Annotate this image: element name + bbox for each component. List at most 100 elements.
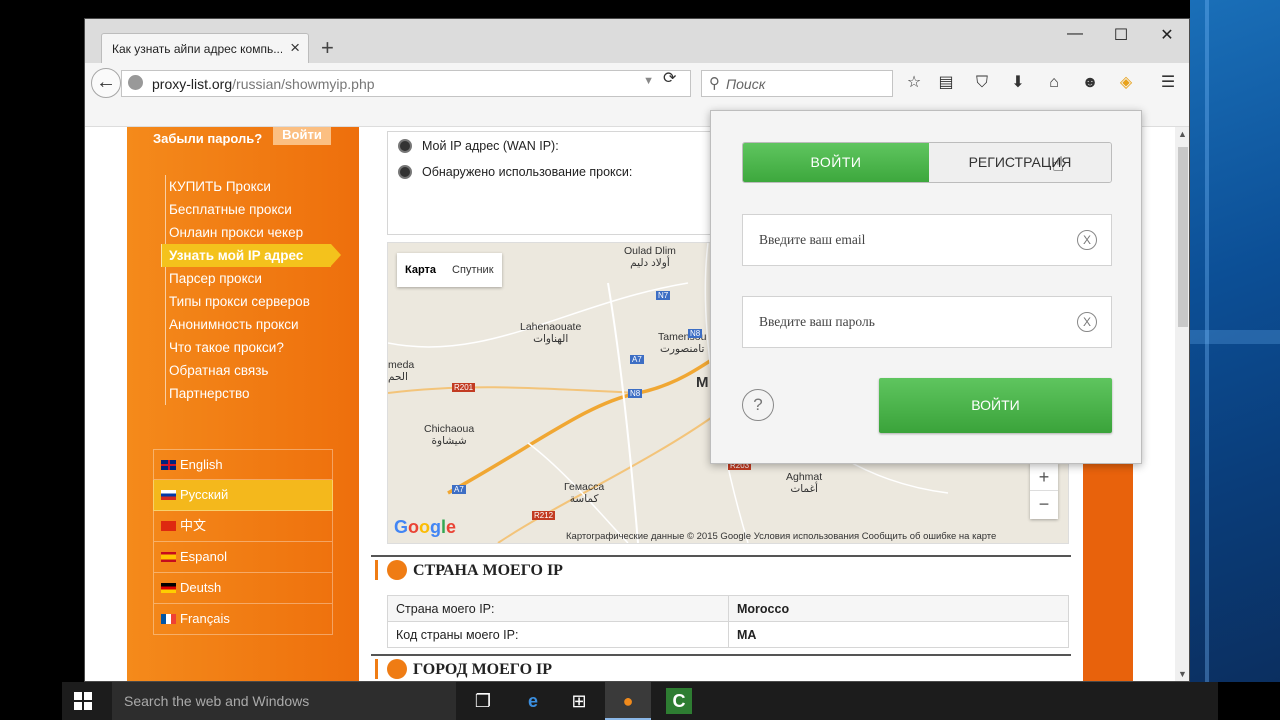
tab-register[interactable]: РЕГИСТРАЦИЯ [929, 143, 1111, 182]
map-label-m: M [696, 374, 709, 391]
back-button[interactable]: ← [91, 68, 121, 98]
reload-icon[interactable]: ⟳ [663, 68, 676, 88]
address-bar[interactable]: proxy-list.org/russian/showmyip.php ▼ [121, 70, 691, 97]
taskbar-search-placeholder: Search the web and Windows [124, 693, 310, 709]
road-badge: R201 [452, 383, 476, 392]
map-label-lahena: Lahenaouate الهناوات [520, 321, 582, 345]
new-tab-icon[interactable]: + [321, 35, 334, 61]
title-bar: Как узнать айпи адрес компь... × + — ☐ ✕ [85, 19, 1189, 64]
country-title: СТРАНА МОЕГО IP [413, 562, 563, 579]
chat-icon[interactable]: ☻ [1079, 72, 1101, 94]
store-icon[interactable]: ⊞ [566, 688, 592, 714]
map-label-meda: meda الحم [388, 359, 415, 383]
clear-password-icon[interactable]: X [1077, 312, 1097, 332]
sidebar-item-proxy-checker[interactable]: Онлаин прокси чекер [165, 221, 331, 244]
pocket-icon[interactable]: ⛉ [971, 72, 993, 94]
close-window-icon[interactable]: ✕ [1157, 25, 1177, 45]
location-icon [387, 560, 407, 580]
firefox-icon[interactable]: ● [615, 688, 641, 714]
proxy-detect-label: Обнаружено использование прокси: [422, 165, 633, 179]
login-submit-button[interactable]: ВОЙТИ [879, 378, 1112, 433]
close-tab-icon[interactable]: × [290, 38, 300, 58]
language-label: Espanol [180, 549, 227, 564]
scroll-up-icon[interactable]: ▲ [1178, 129, 1187, 139]
language-label: Deutsh [180, 580, 222, 595]
clear-email-icon[interactable]: X [1077, 230, 1097, 250]
page-scrollbar[interactable]: ▲ ▼ [1175, 127, 1189, 681]
road-badge: N8 [628, 389, 643, 398]
map-zoom-control: + − [1030, 463, 1058, 519]
task-view-icon[interactable]: ❐ [470, 688, 496, 714]
sidebar-item-anonymity[interactable]: Анонимность прокси [165, 313, 331, 336]
wan-ip-row: Мой IP адрес (WAN IP): [398, 139, 559, 153]
menu-icon[interactable]: ☰ [1157, 72, 1179, 94]
download-icon[interactable]: ⬇ [1007, 72, 1029, 94]
map-label-chich: Chichaoua شيشاوة [424, 423, 475, 447]
sidebar-item-my-ip[interactable]: Узнать мой IP адрес [161, 244, 341, 267]
browser-tab[interactable]: Как узнать айпи адрес компь... × [101, 33, 309, 64]
scroll-down-icon[interactable]: ▼ [1178, 669, 1187, 679]
language-chinese[interactable]: 中文 [153, 511, 333, 542]
scroll-thumb[interactable] [1178, 147, 1188, 327]
minimize-icon[interactable]: — [1065, 25, 1085, 43]
sidebar-item-buy-proxy[interactable]: КУПИТЬ Прокси [165, 175, 331, 198]
sidebar-item-what-is-proxy[interactable]: Что такое прокси? [165, 336, 331, 359]
taskbar-search[interactable]: Search the web and Windows [112, 682, 456, 720]
map-type-control: Карта Спутник [397, 253, 502, 287]
football-icon [398, 165, 412, 179]
windows-start-icon[interactable] [74, 692, 92, 710]
password-field[interactable]: Введите ваш пароль X [742, 296, 1112, 348]
table-row: Страна моего IP: Morocco [387, 595, 1069, 622]
sidebar-item-partnership[interactable]: Партнерство [165, 382, 331, 405]
road-badge: A7 [452, 485, 466, 494]
search-icon: ⚲ [709, 75, 720, 92]
home-icon[interactable]: ⌂ [1043, 72, 1065, 94]
camtasia-icon[interactable]: C [666, 688, 692, 714]
bookmark-star-icon[interactable]: ☆ [903, 72, 925, 94]
hand-cursor-icon: ☝ [1052, 154, 1065, 176]
sidebar-item-feedback[interactable]: Обратная связь [165, 359, 331, 382]
road-badge: N8 [688, 329, 703, 338]
language-label: Français [180, 611, 230, 626]
language-german[interactable]: Deutsh [153, 573, 333, 604]
help-icon[interactable]: ? [742, 389, 774, 421]
language-french[interactable]: Français [153, 604, 333, 635]
map-footer: Картографические данные © 2015 Google Ус… [566, 531, 997, 542]
login-mini-button[interactable]: Войти [273, 127, 331, 145]
url-dropdown-icon[interactable]: ▼ [643, 75, 654, 87]
globe-icon [128, 75, 143, 90]
proxy-detect-row: Обнаружено использование прокси: [398, 165, 632, 179]
sidebar-item-free-proxy[interactable]: Бесплатные прокси [165, 198, 331, 221]
url-domain: proxy-list.org [152, 76, 233, 92]
sidebar-item-proxy-parser[interactable]: Парсер прокси [165, 267, 331, 290]
email-field[interactable]: Введите ваш email X [742, 214, 1112, 266]
back-arrow-icon: ← [96, 71, 116, 93]
desktop-wallpaper [1190, 0, 1280, 682]
city-section-header: ГОРОД МОЕГО IP [371, 654, 1071, 681]
sidebar-item-proxy-types[interactable]: Типы прокси серверов [165, 290, 331, 313]
sidebar-menu: КУПИТЬ Прокси Бесплатные прокси Онлаин п… [161, 175, 341, 405]
zoom-out-button[interactable]: − [1030, 491, 1058, 519]
edge-icon[interactable]: e [520, 688, 546, 714]
language-label: Русский [180, 487, 229, 502]
maximize-icon[interactable]: ☐ [1111, 25, 1131, 45]
road-badge: A7 [630, 355, 644, 364]
language-russian[interactable]: Русский [153, 480, 333, 511]
table-row: Код страны моего IP: MA [387, 621, 1069, 648]
forgot-password-link[interactable]: Забыли пароль? [153, 131, 262, 146]
language-spanish[interactable]: Espanol [153, 542, 333, 573]
google-logo: Google [394, 517, 457, 537]
language-label: English [180, 457, 223, 472]
map-type-map[interactable]: Карта [397, 253, 444, 287]
germany-flag-icon [161, 583, 176, 593]
football-icon [398, 139, 412, 153]
screen-border [0, 0, 62, 682]
reading-list-icon[interactable]: ▤ [935, 72, 957, 94]
map-type-satellite[interactable]: Спутник [444, 253, 501, 287]
country-section-header: СТРАНА МОЕГО IP [371, 555, 1071, 585]
extension-shield-icon[interactable]: ◈ [1115, 72, 1137, 94]
search-bar[interactable]: ⚲ Поиск [701, 70, 893, 97]
tab-login[interactable]: ВОЙТИ [743, 143, 929, 182]
language-english[interactable]: English [153, 449, 333, 480]
zoom-in-button[interactable]: + [1030, 463, 1058, 491]
